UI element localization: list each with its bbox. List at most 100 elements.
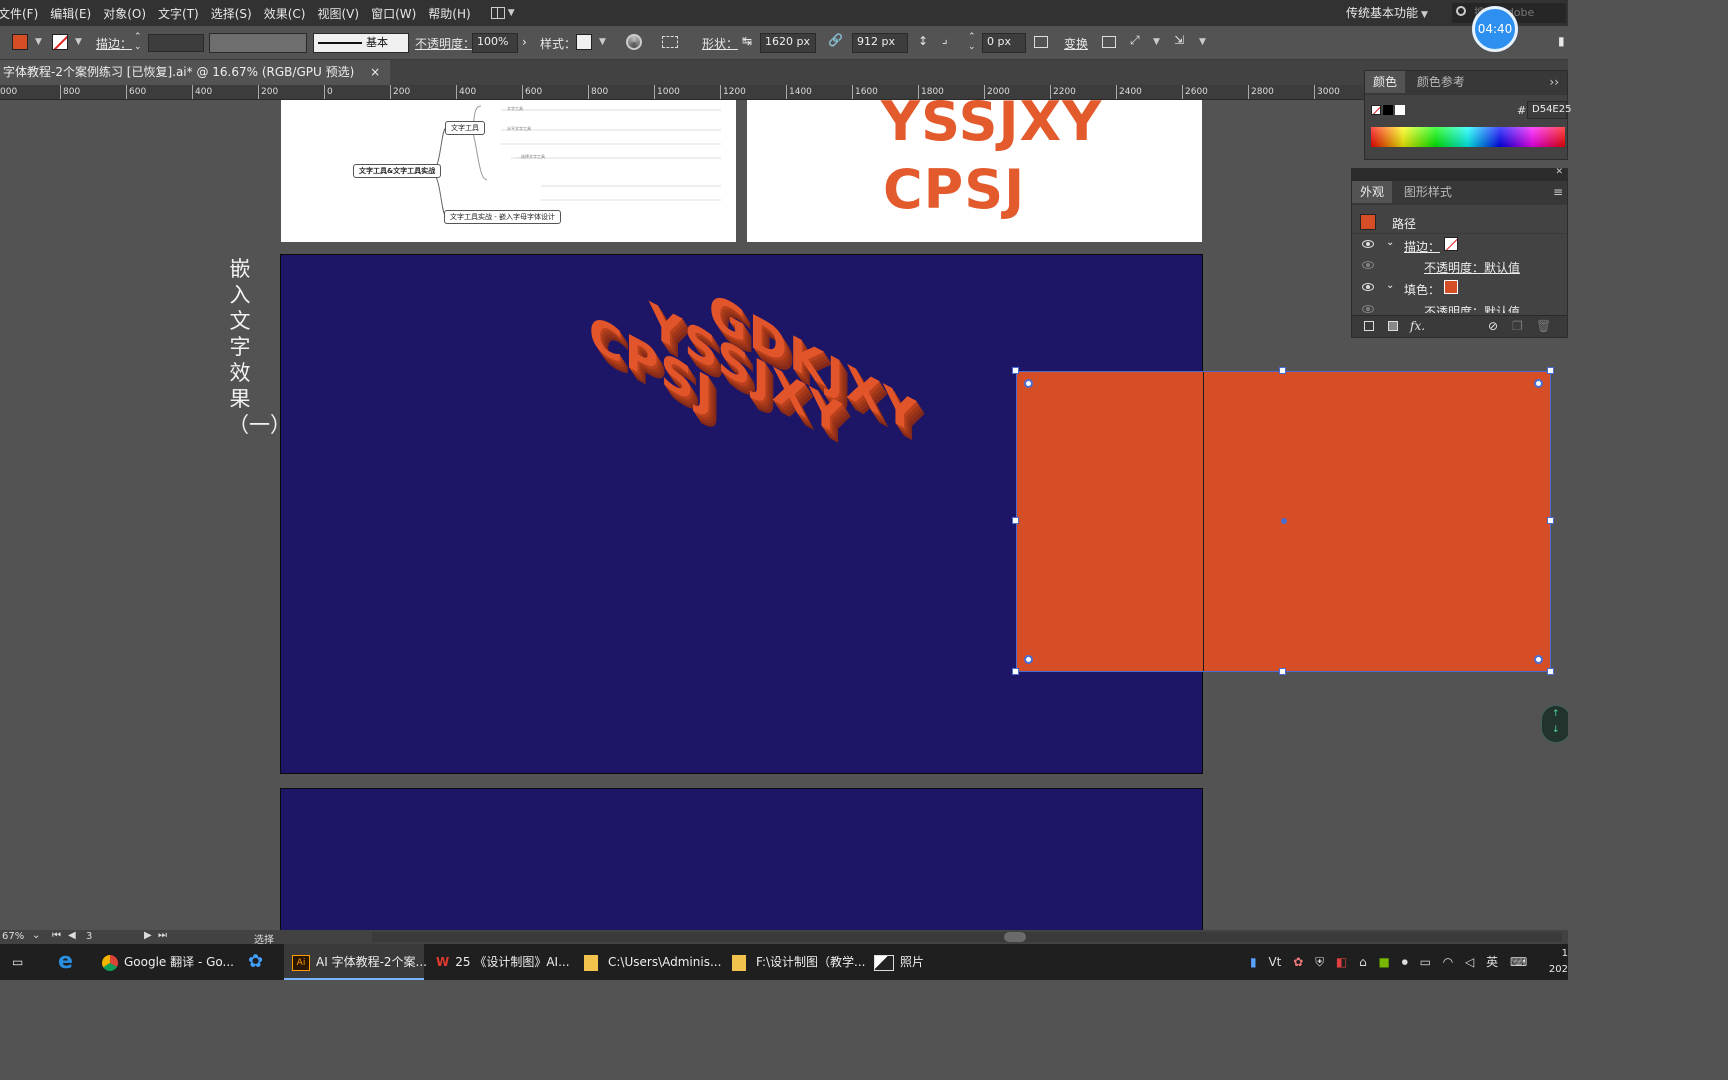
add-stroke-icon[interactable] [1364, 321, 1374, 331]
tab-graphic-styles[interactable]: 图形样式 [1396, 181, 1460, 203]
menu-select[interactable]: 选择(S) [205, 5, 258, 22]
tray-volume-icon[interactable]: ◁ [1465, 955, 1474, 969]
floating-scroll-widget[interactable]: ↑ ↓ [1541, 705, 1568, 743]
appearance-fill-row[interactable]: ⌄ 填色： [1352, 277, 1567, 299]
add-effect-icon[interactable]: fx. [1410, 319, 1425, 333]
artboard-logo-text[interactable]: YSSJXY CPSJ [747, 100, 1202, 242]
fill-row-label[interactable]: 填色： [1404, 281, 1440, 298]
taskbar-chrome[interactable]: Google 翻译 - Go... [96, 944, 234, 980]
tray-mic-icon[interactable]: ⏺ [1402, 955, 1408, 969]
chevron-right-icon[interactable]: › [522, 35, 527, 49]
close-panel-icon[interactable]: ✕ [1555, 167, 1563, 177]
opacity-default-label[interactable]: 不透明度：默认值 [1424, 259, 1520, 276]
recording-timer[interactable]: 04:40 [1472, 6, 1518, 52]
resize-handle[interactable] [1012, 517, 1019, 524]
recolor-artwork-icon[interactable] [626, 34, 642, 50]
scroll-thumb[interactable] [1004, 932, 1026, 942]
opacity-label[interactable]: 不透明度： [415, 35, 475, 52]
panel-options-icon[interactable]: ⇲ [1174, 33, 1184, 47]
resize-handle[interactable] [1547, 517, 1554, 524]
chevron-down-icon[interactable]: ▼ [35, 37, 42, 47]
clock[interactable]: 1 202 [1546, 946, 1568, 978]
workspace-switcher[interactable]: 传统基本功能 ▼ [1346, 4, 1428, 21]
shape-height-field[interactable]: 912 px [852, 33, 908, 53]
menu-object[interactable]: 对象(O) [97, 5, 152, 22]
transform-label[interactable]: 变换 [1064, 35, 1088, 52]
logo-text-line1[interactable]: YSSJXY [881, 100, 1102, 153]
opacity-default-label-2[interactable]: 不透明度：默认值 [1424, 303, 1520, 313]
chevron-down-icon[interactable]: ▼ [1199, 37, 1206, 47]
tray-nvidia-icon[interactable]: ■ [1379, 955, 1390, 969]
corner-widget[interactable] [1534, 655, 1543, 664]
tray-usb-icon[interactable]: ⌂ [1359, 955, 1367, 969]
taskbar-explorer-2[interactable]: F:\设计制图（教学... [726, 944, 866, 980]
stroke-weight-stepper-icon[interactable]: ⌃ ⌄ [134, 32, 142, 52]
tray-security-icon[interactable]: ◧ [1336, 955, 1347, 969]
resize-handle[interactable] [1547, 367, 1554, 374]
fill-swatch[interactable] [12, 34, 28, 50]
hex-field[interactable]: D54E25 [1527, 101, 1571, 119]
corner-widget[interactable] [1534, 379, 1543, 388]
opacity-field[interactable]: 100% [472, 33, 518, 53]
chevron-down-icon[interactable]: ▼ [75, 37, 82, 47]
ie-icon[interactable]: e [58, 944, 73, 980]
align-icon[interactable] [662, 36, 678, 48]
constrain-proportions-icon[interactable]: 🔗 [828, 33, 843, 47]
corner-widget[interactable] [1024, 379, 1033, 388]
mindmap-node-text-tool[interactable]: 文字工具 [445, 121, 485, 135]
menu-file[interactable]: 文件(F) [0, 5, 44, 22]
resize-handle[interactable] [1547, 668, 1554, 675]
tray-wifi-icon[interactable]: ◠ [1443, 955, 1453, 969]
tab-appearance[interactable]: 外观 [1352, 181, 1393, 203]
logo-text-line2[interactable]: CPSJ [883, 158, 1025, 221]
arrow-down-icon[interactable]: ↓ [1552, 725, 1560, 735]
chevron-down-icon[interactable]: ▼ [599, 37, 606, 47]
chevron-down-icon[interactable]: ▼ [1153, 37, 1160, 47]
visibility-eye-icon[interactable] [1362, 240, 1374, 248]
menu-help[interactable]: 帮助(H) [422, 5, 476, 22]
resize-handle[interactable] [1012, 367, 1019, 374]
black-swatch[interactable] [1383, 105, 1393, 115]
menu-window[interactable]: 窗口(W) [365, 5, 422, 22]
corner-radius-stepper-icon[interactable]: ⌃ ⌄ [968, 32, 976, 52]
tray-vt-icon[interactable]: Vt [1268, 955, 1281, 969]
stroke-swatch-none[interactable] [52, 34, 68, 50]
menu-view[interactable]: 视图(V) [311, 5, 365, 22]
last-artboard-icon[interactable]: ⏭ [158, 930, 167, 941]
artboard-embedded-text-2[interactable] [280, 788, 1203, 930]
stroke-label[interactable]: 描边： [96, 35, 132, 52]
corner-radius-field[interactable]: 0 px [982, 33, 1026, 53]
visibility-eye-icon[interactable] [1362, 261, 1374, 269]
tab-color-guide[interactable]: 颜色参考 [1409, 71, 1473, 93]
artboard-mindmap[interactable]: 文字工具&文字工具实战 文字工具 文字工具实战 - 嵌入字母字体设计 文字工具 … [281, 100, 736, 242]
document-tab[interactable]: 字体教程-2个案例练习 [已恢复].ai* @ 16.67% (RGB/GPU … [0, 60, 391, 85]
tray-app-icon[interactable]: ▮ [1250, 955, 1257, 969]
horizontal-ruler[interactable]: 000 800 600 400 200 0 200 400 600 800 10… [0, 85, 1364, 100]
collapse-icon[interactable]: ›› [1549, 75, 1559, 89]
next-artboard-icon[interactable]: ▶ [144, 930, 152, 941]
white-swatch[interactable] [1395, 105, 1405, 115]
shape-width-field[interactable]: 1620 px [760, 33, 816, 53]
appearance-opacity-row-2[interactable]: 不透明度：默认值 [1352, 299, 1567, 313]
delete-item-icon[interactable]: 🗑 [1536, 319, 1551, 333]
none-swatch[interactable] [1371, 105, 1381, 115]
app-icon[interactable]: ✿ [248, 944, 263, 980]
more-options-icon[interactable]: ▮ [1558, 34, 1565, 48]
task-view-icon[interactable]: ▭ [12, 944, 23, 980]
menu-effect[interactable]: 效果(C) [258, 5, 312, 22]
appearance-opacity-row[interactable]: 不透明度：默认值 [1352, 255, 1567, 277]
vertical-title[interactable]: 嵌入文字效果（一） [228, 256, 291, 438]
center-point[interactable] [1281, 518, 1287, 524]
graphic-style-swatch[interactable] [576, 34, 592, 50]
close-tab-icon[interactable]: × [370, 65, 380, 79]
duplicate-item-icon[interactable]: ❐ [1512, 319, 1523, 333]
taskbar-photos[interactable]: 照片 [868, 944, 958, 980]
puppet-warp-icon[interactable]: ⤢ [1130, 33, 1140, 48]
stroke-none-swatch[interactable] [1444, 237, 1458, 251]
iso-text-group[interactable]: GDKJXY YSSJXY CPSJ [589, 277, 949, 688]
canvas[interactable]: 文字工具&文字工具实战 文字工具 文字工具实战 - 嵌入字母字体设计 文字工具 … [0, 100, 1568, 930]
stroke-weight-field[interactable] [148, 34, 204, 52]
panel-menu-icon[interactable]: ≡ [1553, 185, 1563, 199]
arrow-up-icon[interactable]: ↑ [1552, 709, 1560, 719]
first-artboard-icon[interactable]: ⏮ [52, 930, 61, 941]
